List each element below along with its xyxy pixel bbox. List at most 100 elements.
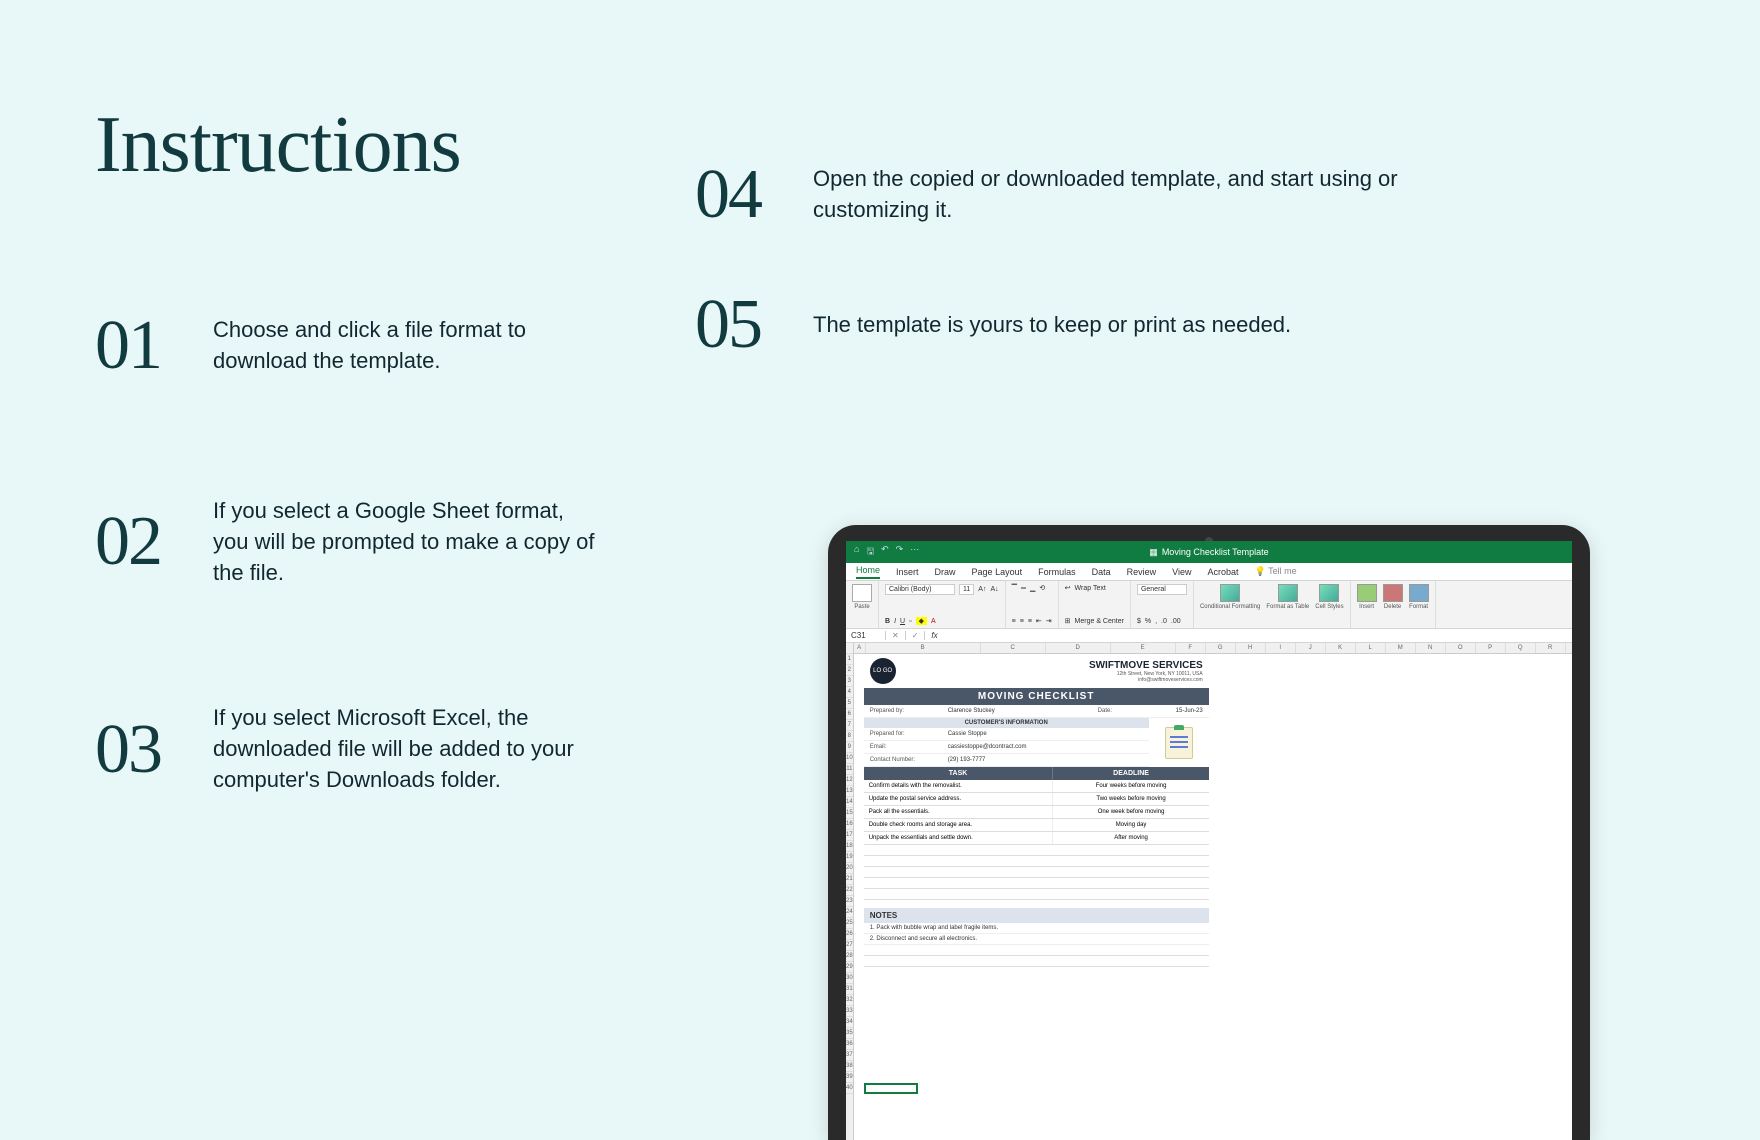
align-bot-icon: ▁ xyxy=(1030,584,1035,592)
contact-label: Contact Number: xyxy=(870,757,948,763)
paste-label: Paste xyxy=(854,604,869,610)
date-value: 15-Jun-23 xyxy=(1176,708,1203,714)
inc-dec-icon: .0 xyxy=(1161,618,1167,625)
align-mid-icon: ═ xyxy=(1021,585,1026,592)
currency-icon: $ xyxy=(1137,618,1141,625)
step-number: 01 xyxy=(95,311,185,381)
menu-acrobat: Acrobat xyxy=(1208,567,1239,577)
note-2: 2. Disconnect and secure all electronics… xyxy=(864,934,1209,945)
prepared-for-value: Cassie Stoppe xyxy=(948,731,987,737)
format-cell-icon xyxy=(1409,584,1429,602)
contact-value: (29) 193-7777 xyxy=(948,757,986,763)
border-icon: ▫ xyxy=(909,618,911,625)
template-document: LO GO SWIFTMOVE SERVICES 12th Street, Ne… xyxy=(864,654,1209,967)
step-number: 04 xyxy=(695,160,785,230)
page-title: Instructions xyxy=(95,100,595,191)
align-top-icon: ▔ xyxy=(1012,584,1017,592)
task-row: Pack all the essentials.One week before … xyxy=(864,806,1209,819)
delete-cell-icon xyxy=(1383,584,1403,602)
font-color-icon: A xyxy=(931,618,936,625)
step-number: 05 xyxy=(695,290,785,360)
step-text: If you select a Google Sheet format, you… xyxy=(213,496,595,588)
underline-icon: U xyxy=(900,618,905,625)
tablet-mockup: ⌂ 🖫 ↶ ↷ ⋯ ▦ Moving Checklist Template Ho… xyxy=(828,525,1590,1140)
step-3: 03 If you select Microsoft Excel, the do… xyxy=(95,703,595,795)
doc-heading: MOVING CHECKLIST xyxy=(864,688,1209,705)
formula-bar: C31 ✕ ✓ fx xyxy=(846,629,1572,643)
fill-icon: ◆ xyxy=(916,617,927,625)
step-text: The template is yours to keep or print a… xyxy=(813,310,1291,341)
excel-doc-icon: ▦ xyxy=(1149,547,1158,558)
email-value: cassiestoppe@dcontract.com xyxy=(948,744,1027,750)
cell-styles-icon xyxy=(1319,584,1339,602)
menu-view: View xyxy=(1172,567,1191,577)
prepared-by-label: Prepared by: xyxy=(870,708,948,714)
task-row: Confirm details with the removalist.Four… xyxy=(864,780,1209,793)
col-headers: ABCDEFGHIJKLMNOPQRST xyxy=(854,643,1572,654)
home-icon: ⌂ xyxy=(854,544,859,560)
prepared-by-value: Clarence Stuckey xyxy=(948,708,1098,714)
cancel-icon: ✕ xyxy=(886,631,906,640)
delete-label: Delete xyxy=(1384,604,1401,610)
name-box: C31 xyxy=(846,631,886,640)
enter-icon: ✓ xyxy=(906,631,926,640)
document-title: Moving Checklist Template xyxy=(1162,547,1269,557)
step-2: 02 If you select a Google Sheet format, … xyxy=(95,496,595,588)
company-name: SWIFTMOVE SERVICES xyxy=(1089,660,1203,671)
align-right-icon: ≡ xyxy=(1028,618,1032,625)
dec-dec-icon: .00 xyxy=(1171,618,1181,625)
insert-cell-icon xyxy=(1357,584,1377,602)
number-format: General xyxy=(1137,584,1187,595)
note-1: 1. Pack with bubble wrap and label fragi… xyxy=(864,923,1209,934)
selected-cell xyxy=(864,1083,918,1094)
inc-font-icon: A↑ xyxy=(978,586,986,593)
wrap-text-label: Wrap Text xyxy=(1075,585,1106,592)
italic-icon: I xyxy=(894,618,896,625)
task-row: Unpack the essentials and settle down.Af… xyxy=(864,832,1209,845)
redo-icon: ↷ xyxy=(896,544,904,560)
align-center-icon: ≡ xyxy=(1020,618,1024,625)
fx-icon: fx xyxy=(925,631,943,640)
task-row: Double check rooms and storage area.Movi… xyxy=(864,819,1209,832)
col-deadline: DEADLINE xyxy=(1053,767,1208,780)
date-label: Date: xyxy=(1098,708,1176,714)
email-label: Email: xyxy=(870,744,948,750)
percent-icon: % xyxy=(1145,618,1151,625)
customer-info-header: CUSTOMER'S INFORMATION xyxy=(864,718,1149,728)
outdent-icon: ⇥ xyxy=(1046,617,1052,625)
menu-insert: Insert xyxy=(896,567,919,577)
task-row: Update the postal service address.Two we… xyxy=(864,793,1209,806)
orientation-icon: ⟲ xyxy=(1039,584,1045,592)
cond-format-icon xyxy=(1220,584,1240,602)
cond-format-label: Conditional Formatting xyxy=(1200,604,1260,610)
step-text: Choose and click a file format to downlo… xyxy=(213,315,595,377)
save-icon: 🖫 xyxy=(866,544,874,560)
company-email: info@swiftmoveservices.com xyxy=(1089,677,1203,683)
row-headers: 1234567891011121314151617181920212223242… xyxy=(846,643,854,1140)
merge-label: Merge & Center xyxy=(1075,618,1124,625)
excel-titlebar: ⌂ 🖫 ↶ ↷ ⋯ ▦ Moving Checklist Template xyxy=(846,541,1572,563)
insert-label: Insert xyxy=(1359,604,1374,610)
step-1: 01 Choose and click a file format to dow… xyxy=(95,311,595,381)
menu-review: Review xyxy=(1127,567,1157,577)
format-label: Format xyxy=(1409,604,1428,610)
excel-menu: Home Insert Draw Page Layout Formulas Da… xyxy=(846,563,1572,581)
dec-font-icon: A↓ xyxy=(990,586,998,593)
notes-header: NOTES xyxy=(864,908,1209,923)
align-left-icon: ≡ xyxy=(1012,618,1016,625)
merge-icon: ⊞ xyxy=(1065,617,1071,625)
comma-icon: , xyxy=(1155,618,1157,625)
format-table-icon xyxy=(1278,584,1298,602)
bold-icon: B xyxy=(885,618,890,625)
step-number: 02 xyxy=(95,507,185,577)
paste-icon xyxy=(852,584,872,602)
menu-home: Home xyxy=(856,565,880,579)
undo-icon: ↶ xyxy=(881,544,889,560)
excel-ribbon: Paste Calibri (Body)11A↑A↓ BIU▫◆A ▔═▁⟲ ≡… xyxy=(846,581,1572,629)
step-5: 05 The template is yours to keep or prin… xyxy=(695,290,1415,360)
step-text: Open the copied or downloaded template, … xyxy=(813,164,1415,226)
col-task: TASK xyxy=(864,767,1054,780)
more-icon: ⋯ xyxy=(910,544,919,560)
quick-access-icons: ⌂ 🖫 ↶ ↷ ⋯ xyxy=(846,544,919,560)
menu-tellme: 💡 Tell me xyxy=(1255,566,1297,577)
